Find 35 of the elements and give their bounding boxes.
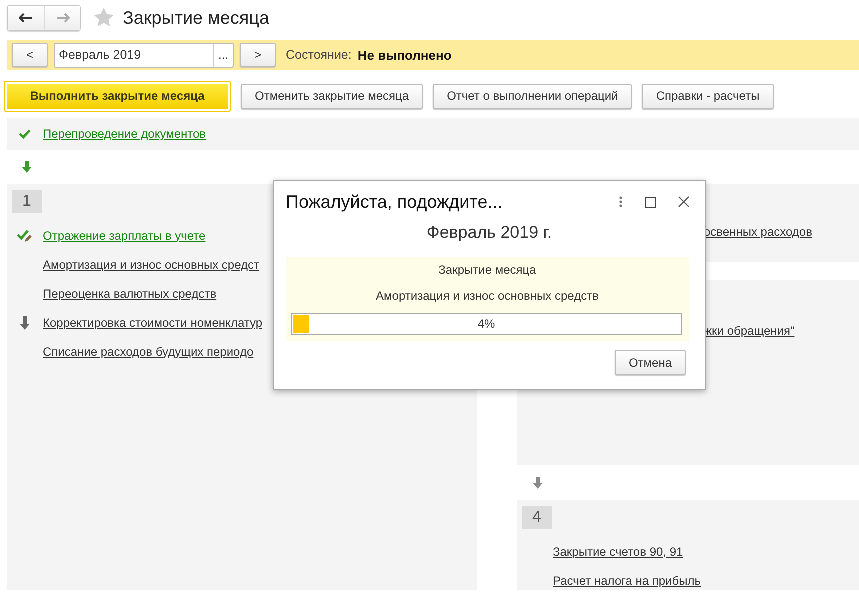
action-button[interactable]: Отменить закрытие месяца [241,84,424,108]
progress-reading: 4% [476,316,496,333]
step-label: Амортизация и износ основных средств [376,288,599,305]
maximize-icon[interactable] [645,196,656,208]
step-link[interactable]: Расчет налога на прибыль [553,574,701,588]
star-icon[interactable] [93,7,115,29]
dialog-title: Пожалуйста, подождите... [286,192,504,212]
operation-label: Закрытие месяца [438,262,536,279]
action-button[interactable]: Выполнить закрытие месяца [4,80,231,112]
period-heading: Февраль 2019 г. [426,223,554,244]
state-label: Состояние: [286,48,352,62]
next-period-button[interactable]: > [240,43,276,67]
arrow-left-icon [19,13,33,23]
step-link[interactable]: Корректировка стоимости номенклатур [43,316,263,330]
previous-period-button[interactable]: < [12,43,48,67]
step-link[interactable]: Списание расходов будущих периодо [43,344,254,358]
choose-button[interactable]: ... [213,44,233,66]
state-value: Не выполнено [358,48,452,62]
step-link[interactable]: Отражение зарплаты в учете [43,228,206,242]
close-icon[interactable] [678,196,690,208]
action-button[interactable]: Справки - расчеты [642,84,774,108]
step-link[interactable]: Переоценка валютных средств [43,286,217,300]
step-link[interactable]: освенных расходов [704,224,812,238]
step-link[interactable]: Перепроведение документов [43,127,206,141]
period-field[interactable]: Февраль 2019 ... [54,42,234,68]
section-number: 4 [522,506,552,529]
more-icon[interactable] [619,196,623,208]
action-button[interactable]: Отчет о выполнении операций [433,84,632,108]
section-number: 1 [12,190,42,213]
step-link[interactable]: Закрытие счетов 90, 91 [553,544,684,558]
arrow-right-icon [56,13,70,23]
back-button[interactable] [8,6,44,30]
step-link[interactable]: Амортизация и износ основных средст [43,258,260,272]
cancel-button[interactable]: Отмена [614,350,686,375]
page-title: Закрытие месяца [123,8,270,28]
